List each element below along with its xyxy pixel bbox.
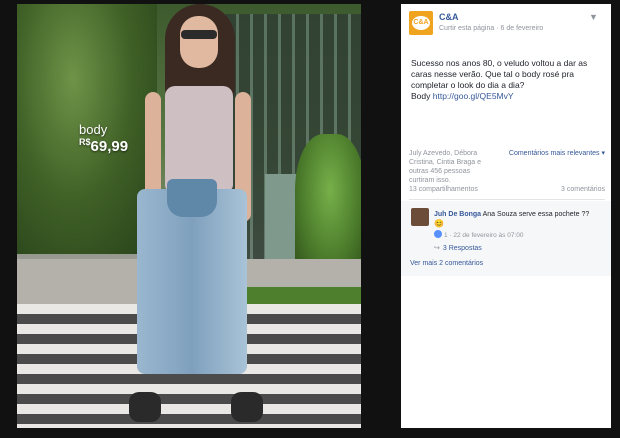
comment-meta: 1 · 22 de fevereiro às 07:00 [434,230,524,239]
page-avatar[interactable]: C&A [409,11,433,35]
comment-text: Ana Souza serve essa pochete ?? [482,211,590,218]
shares-count[interactable]: 13 compartilhamentos [409,186,478,193]
background-bush [295,134,361,274]
divider [409,199,605,200]
smile-emoji-icon: 😊 [434,219,444,228]
price-tag-value: 69,99 [90,138,129,155]
page-name-link[interactable]: C&A [439,12,459,22]
post-subline: Curtir esta página · 6 de fevereiro [439,25,543,32]
post-sidebar: C&A C&A Curtir esta página · 6 de fevere… [401,4,611,428]
post-link-line: Body http://goo.gl/QE5MvY [411,91,601,102]
like-page-link[interactable]: Curtir esta página [439,25,494,32]
grass-strip [232,287,361,305]
comment-author[interactable]: Juh De Bonga [434,211,481,218]
post-link[interactable]: http://goo.gl/QE5MvY [433,91,514,101]
commenter-avatar[interactable] [411,208,429,226]
post-text-line: Sucesso nos anos 80, o veludo voltou a d… [411,58,588,68]
model-belt-bag [167,179,217,217]
comment-sort-dropdown[interactable]: Comentários mais relevantes ▾ [509,149,605,157]
comment-meta-text[interactable]: 1 · 22 de fevereiro às 07:00 [444,232,524,239]
post-text-line: caras nesse verão. Que tal o body rosé p… [411,69,575,79]
comment-replies[interactable]: ↪ 3 Respostas [434,244,482,252]
photo-viewer-overlay: body R$69,99 C&A C&A Curtir esta página … [0,0,620,438]
post-text: Sucesso nos anos 80, o veludo voltou a d… [411,58,601,102]
model-shoe-left [129,392,161,422]
price-tag: body R$69,99 [79,122,128,156]
reactions-names[interactable]: July Azevedo, Débora Cristina, Cintia Br… [409,149,493,185]
ca-logo-icon: C&A [412,16,430,30]
model-face [180,16,218,68]
post-date[interactable]: 6 de fevereiro [501,25,544,32]
comments-count[interactable]: 3 comentários [561,186,605,193]
model-bodysuit [165,86,233,191]
more-comments-link[interactable]: Ver mais 2 comentários [410,260,483,267]
model-shoe-right [231,392,263,422]
price-tag-product: body [79,122,108,137]
like-icon [434,230,442,238]
reactions-summary: July Azevedo, Débora Cristina, Cintia Br… [409,149,605,184]
price-tag-currency: R$ [79,137,91,147]
post-text-line: completar o look do dia a dia? [411,80,525,90]
post-link-label: Body [411,91,431,101]
comment-replies-label: 3 Respostas [442,245,482,252]
comment-body: Juh De Bonga Ana Souza serve essa pochet… [434,210,606,219]
reply-arrow-icon: ↪ [434,245,440,252]
post-header: C&A C&A Curtir esta página · 6 de fevere… [401,4,611,46]
post-options-chevron-icon[interactable]: ▼ [589,12,601,24]
post-photo[interactable]: body R$69,99 [17,4,361,428]
model-sunglasses [181,30,217,39]
